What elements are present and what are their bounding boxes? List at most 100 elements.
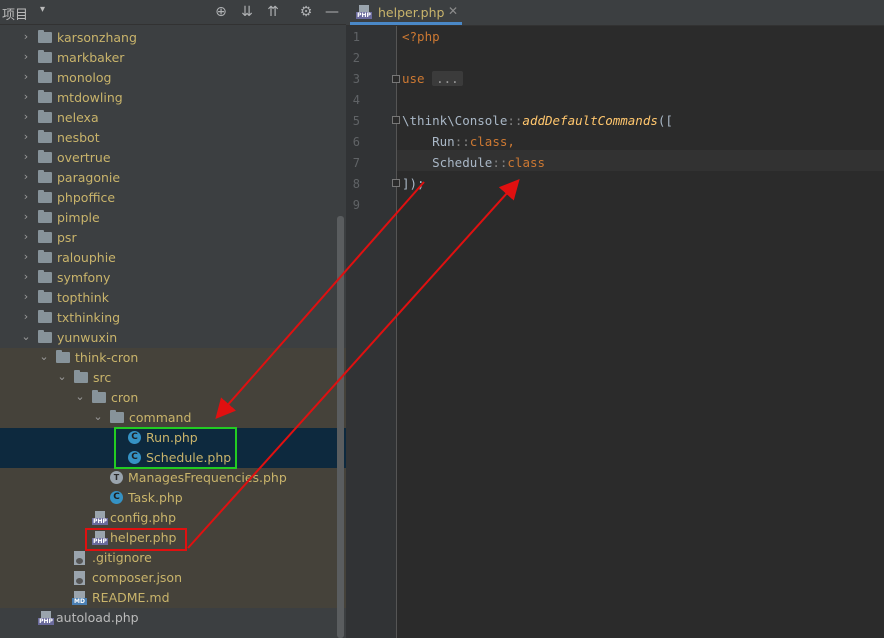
tree-item-label: Run.php — [146, 430, 198, 445]
code-line-7[interactable]: Run::class, — [402, 134, 515, 149]
tree-item[interactable]: MD README.md — [0, 588, 346, 608]
tab-helper-php[interactable]: PHP helper.php ✕ — [350, 0, 462, 25]
folder-icon — [38, 170, 52, 183]
folder-icon — [38, 130, 52, 143]
chevron-right-icon[interactable]: › — [20, 70, 32, 84]
tree-item[interactable]: › paragonie — [0, 168, 346, 188]
chevron-down-icon[interactable]: ⌄ — [38, 350, 50, 364]
editor-tab-bar: PHP helper.php ✕ — [346, 0, 884, 26]
tree-item-label: ManagesFrequencies.php — [128, 470, 287, 485]
tree-item[interactable]: ⌄ yunwuxin — [0, 328, 346, 348]
collapse-all-icon[interactable]: ⇈ — [264, 3, 282, 21]
chevron-right-icon[interactable]: › — [20, 170, 32, 184]
hide-pane-icon[interactable]: — — [323, 3, 341, 21]
chevron-right-icon[interactable]: › — [20, 230, 32, 244]
tree-item[interactable]: PHP autoload.php — [0, 608, 346, 628]
chevron-right-icon[interactable]: › — [20, 270, 32, 284]
chevron-down-icon[interactable]: ⌄ — [74, 390, 86, 404]
tree-item-label: cron — [111, 390, 139, 405]
chevron-right-icon[interactable]: › — [20, 30, 32, 44]
tree-item-label: mtdowling — [57, 90, 123, 105]
tree-item[interactable]: › pimple — [0, 208, 346, 228]
php-class-icon: C — [110, 491, 123, 504]
settings-gear-icon[interactable]: ⚙ — [297, 3, 315, 21]
project-title[interactable]: 项目 — [2, 4, 28, 23]
tree-item[interactable]: .gitignore — [0, 548, 346, 568]
tree-item-label: nesbot — [57, 130, 100, 145]
tree-item[interactable]: › karsonzhang — [0, 28, 346, 48]
tree-item-label: phpoffice — [57, 190, 116, 205]
tree-item[interactable]: T ManagesFrequencies.php — [0, 468, 346, 488]
tree-item-label: karsonzhang — [57, 30, 137, 45]
tree-item-label: think-cron — [75, 350, 139, 365]
tree-item[interactable]: › markbaker — [0, 48, 346, 68]
tree-item[interactable]: › nelexa — [0, 108, 346, 128]
tree-item[interactable]: › monolog — [0, 68, 346, 88]
tree-item[interactable]: › phpoffice — [0, 188, 346, 208]
chevron-right-icon[interactable]: › — [20, 210, 32, 224]
tree-item[interactable]: ⌄ src — [0, 368, 346, 388]
chevron-right-icon[interactable]: › — [20, 290, 32, 304]
folder-icon — [38, 270, 52, 283]
project-view-dropdown-icon[interactable]: ▾ — [40, 4, 45, 15]
tree-item-label: command — [129, 410, 192, 425]
chevron-right-icon[interactable]: › — [20, 130, 32, 144]
editor-pane: PHP helper.php ✕ 1 2 3 4 5 6 7 8 9 <?php use ...… — [346, 0, 884, 638]
tree-item[interactable]: ⌄ cron — [0, 388, 346, 408]
tree-item[interactable]: › txthinking — [0, 308, 346, 328]
php-file-icon: PHP — [356, 5, 372, 19]
chevron-down-icon[interactable]: ⌄ — [92, 410, 104, 424]
chevron-right-icon[interactable]: › — [20, 50, 32, 64]
tree-item[interactable]: › symfony — [0, 268, 346, 288]
tree-item[interactable]: ⌄ command — [0, 408, 346, 428]
folder-icon — [38, 30, 52, 43]
fold-marker-use[interactable] — [392, 75, 400, 83]
project-scrollbar[interactable] — [337, 216, 344, 638]
project-pane: 项目 ▾ ⊕ ⇊ ⇈ ⚙ — › karsonzhang › markbaker › mo… — [0, 0, 346, 638]
tree-item[interactable]: › overtrue — [0, 148, 346, 168]
tree-item-label: composer.json — [92, 570, 183, 585]
tree-item[interactable]: PHP helper.php — [0, 528, 346, 548]
tree-item[interactable]: › nesbot — [0, 128, 346, 148]
chevron-down-icon[interactable]: ⌄ — [20, 330, 32, 344]
code-line-3[interactable]: use ... — [402, 71, 463, 86]
close-tab-icon[interactable]: ✕ — [448, 4, 458, 18]
chevron-down-icon[interactable]: ⌄ — [56, 370, 68, 384]
tree-item[interactable]: C Schedule.php — [0, 448, 346, 468]
chevron-right-icon[interactable]: › — [20, 90, 32, 104]
tree-item[interactable]: › psr — [0, 228, 346, 248]
tree-item-label: ralouphie — [57, 250, 116, 265]
code-line-9[interactable]: ]); — [402, 176, 425, 191]
tree-item-label: yunwuxin — [57, 330, 118, 345]
tree-item[interactable]: C Run.php — [0, 428, 346, 448]
folder-icon — [74, 370, 88, 383]
tree-item[interactable]: › topthink — [0, 288, 346, 308]
folder-icon — [110, 410, 124, 423]
tree-item[interactable]: › ralouphie — [0, 248, 346, 268]
code-line-6[interactable]: \think\Console::addDefaultCommands([ — [402, 113, 673, 128]
tree-item-label: txthinking — [57, 310, 121, 325]
chevron-right-icon[interactable]: › — [20, 190, 32, 204]
tree-item-label: monolog — [57, 70, 112, 85]
chevron-right-icon[interactable]: › — [20, 250, 32, 264]
tree-item[interactable]: PHP config.php — [0, 508, 346, 528]
expand-all-icon[interactable]: ⇊ — [238, 3, 256, 21]
folded-imports[interactable]: ... — [432, 71, 463, 86]
tree-item[interactable]: › mtdowling — [0, 88, 346, 108]
fold-marker-array-open[interactable] — [392, 116, 400, 124]
chevron-right-icon[interactable]: › — [20, 150, 32, 164]
code-line-1[interactable]: <?php — [402, 29, 440, 44]
project-header: 项目 ▾ ⊕ ⇊ ⇈ ⚙ — — [0, 0, 346, 25]
chevron-right-icon[interactable]: › — [20, 110, 32, 124]
line-number: 2 — [352, 51, 360, 65]
tree-item[interactable]: composer.json — [0, 568, 346, 588]
tree-item[interactable]: C Task.php — [0, 488, 346, 508]
tab-label: helper.php — [378, 5, 445, 20]
line-number: 7 — [352, 156, 360, 170]
locate-file-icon[interactable]: ⊕ — [212, 3, 230, 21]
code-line-8[interactable]: Schedule::class — [402, 155, 545, 170]
fold-marker-array-close[interactable] — [392, 179, 400, 187]
tree-item[interactable]: ⌄ think-cron — [0, 348, 346, 368]
php-file-icon: PHP — [92, 531, 108, 545]
chevron-right-icon[interactable]: › — [20, 310, 32, 324]
